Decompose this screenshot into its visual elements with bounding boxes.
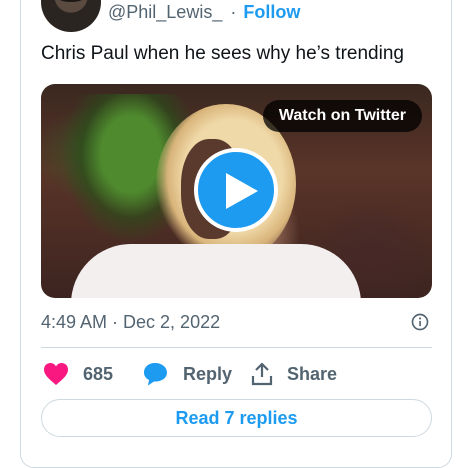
reply-button[interactable]: Reply xyxy=(143,360,232,388)
share-upload-icon xyxy=(251,362,273,386)
divider xyxy=(41,347,432,348)
tweet-timestamp[interactable]: 4:49 AM · Dec 2, 2022 xyxy=(41,312,220,333)
share-label: Share xyxy=(287,363,338,384)
share-button[interactable]: Share xyxy=(251,360,337,388)
heart-icon xyxy=(44,363,68,385)
separator-dot: · xyxy=(230,1,237,22)
reply-label: Reply xyxy=(183,363,233,384)
play-button[interactable] xyxy=(194,148,278,232)
author-row: @Phil_Lewis_ · Follow xyxy=(108,0,300,24)
speech-bubble-icon xyxy=(144,363,167,386)
video-person-shirt xyxy=(71,244,361,298)
like-button[interactable]: 685 xyxy=(43,360,113,388)
likes-count: 685 xyxy=(83,363,114,384)
watch-on-twitter-button[interactable]: Watch on Twitter xyxy=(262,100,422,132)
video-player[interactable]: Watch on Twitter xyxy=(41,84,432,298)
info-icon[interactable] xyxy=(411,313,429,331)
follow-button[interactable]: Follow xyxy=(243,2,300,23)
tweet-text: Chris Paul when he sees why he’s trendin… xyxy=(41,43,404,64)
read-replies-button[interactable]: Read 7 replies xyxy=(41,399,432,437)
play-icon xyxy=(226,173,258,209)
author-handle[interactable]: @Phil_Lewis_ xyxy=(108,2,222,23)
